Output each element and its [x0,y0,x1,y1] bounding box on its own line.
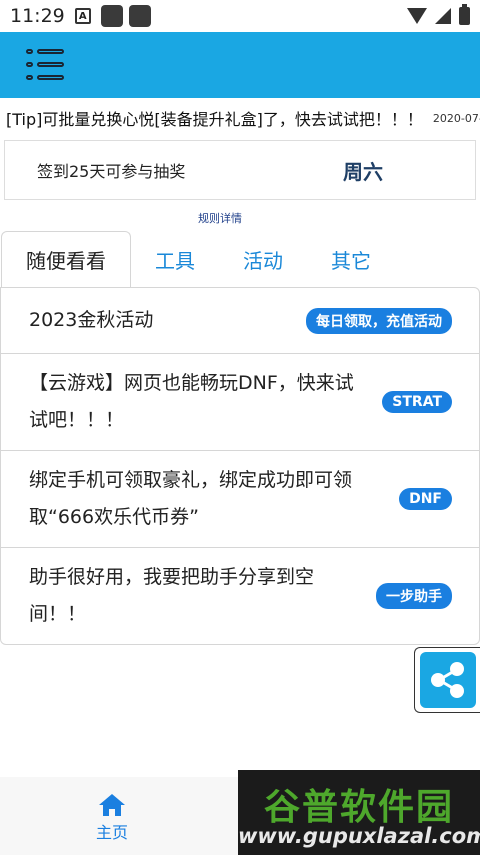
list-item[interactable]: 2023金秋活动 每日领取，充值活动 [1,288,479,354]
notification-square-icon-2 [128,5,151,27]
tab-browse[interactable]: 随便看看 [1,231,131,287]
watermark-title: 谷普软件园 [263,787,454,828]
status-time: 11:29 [10,5,65,27]
signin-text: 签到25天可参与抽奖 [37,162,186,181]
list-item-badge: STRAT [382,391,452,413]
app-bar [0,32,480,98]
share-icon [419,652,476,708]
signal-icon [435,8,451,24]
tip-date: 2020-07- [432,111,480,125]
list-item-text: 绑定手机可领取豪礼，绑定成功即可领取“666欢乐代币券” [29,469,353,528]
list-item-text: 【云游戏】网页也能畅玩DNF，快来试试吧！！！ [29,372,354,431]
battery-icon [459,4,470,25]
rules-link[interactable]: 规则详情 [198,210,242,226]
list-item[interactable]: 【云游戏】网页也能畅玩DNF，快来试试吧！！！ STRAT [1,354,479,451]
item-list: 2023金秋活动 每日领取，充值活动 【云游戏】网页也能畅玩DNF，快来试试吧！… [0,287,480,645]
tab-tools[interactable]: 工具 [131,231,219,287]
list-item[interactable]: 绑定手机可领取豪礼，绑定成功即可领取“666欢乐代币券” DNF [1,451,479,548]
tab-events[interactable]: 活动 [219,231,307,287]
wifi-icon [407,8,427,24]
notification-square-icon [100,5,123,27]
list-item-badge: DNF [399,488,452,510]
status-bar: 11:29 A [0,0,480,32]
tip-text: [Tip]可批量兑换心悦[装备提升礼盒]了，快去试试把！！！ [6,110,423,129]
signin-day: 周六 [343,159,383,184]
list-item-badge: 一步助手 [376,583,452,609]
nav-home[interactable]: 主页 [80,793,144,849]
tip-marquee[interactable]: [Tip]可批量兑换心悦[装备提升礼盒]了，快去试试把！！！ 2020-07- [0,98,480,138]
tab-other[interactable]: 其它 [307,231,395,287]
list-item[interactable]: 助手很好用，我要把助手分享到空间！！ 一步助手 [1,548,479,644]
tab-bar: 随便看看 工具 活动 其它 [0,231,480,287]
list-item-badge: 每日领取，充值活动 [306,307,452,334]
watermark-url: www.gupuxlazal.com [238,824,480,848]
home-icon [99,794,125,816]
share-button[interactable] [414,647,480,713]
list-item-text: 助手很好用，我要把助手分享到空间！！ [29,566,315,625]
watermark: 谷普软件园 www.gupuxlazal.com [238,770,480,855]
menu-list-icon[interactable] [26,48,66,82]
signin-panel[interactable]: 签到25天可参与抽奖 周六 [4,140,476,200]
notification-a-icon: A [74,8,91,24]
home-label: 主页 [95,823,128,842]
